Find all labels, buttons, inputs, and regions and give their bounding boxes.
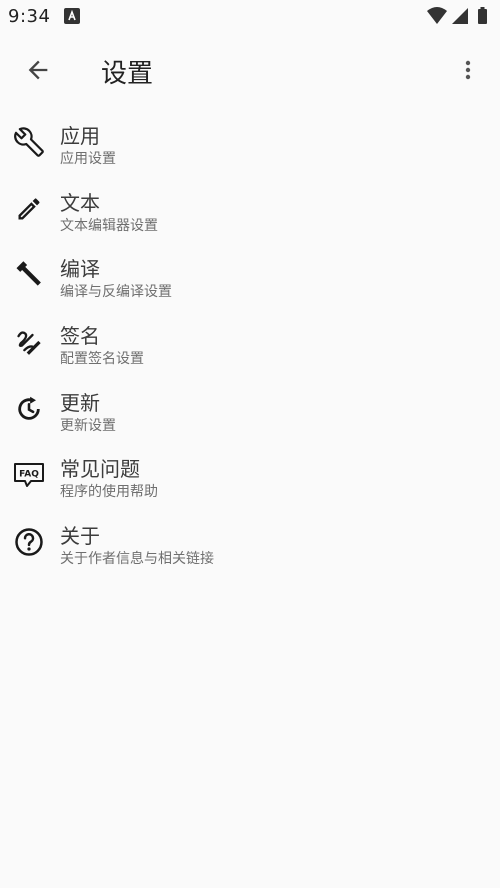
- setting-item-app[interactable]: 应用 应用设置: [0, 110, 500, 177]
- back-button[interactable]: [20, 54, 56, 90]
- setting-subtitle: 文本编辑器设置: [60, 217, 158, 234]
- wrench-icon: [13, 126, 45, 158]
- setting-item-about[interactable]: 关于 关于作者信息与相关链接: [0, 510, 500, 577]
- setting-title: 应用: [60, 124, 100, 148]
- help-circle-icon: [13, 526, 45, 558]
- cell-signal-icon: [452, 8, 468, 24]
- status-icons: [426, 6, 492, 26]
- setting-subtitle: 应用设置: [60, 151, 116, 167]
- setting-subtitle: 更新设置: [60, 417, 116, 434]
- battery-icon: [478, 7, 487, 24]
- settings-list: 应用 应用设置 文本 文本编辑器设置 编译 编译与反编译设置 签名 配置签名设置…: [0, 110, 500, 577]
- notification-app-icon: [64, 8, 80, 24]
- setting-subtitle: 编译与反编译设置: [60, 284, 172, 301]
- setting-title: 常见问题: [60, 457, 140, 482]
- setting-item-compile[interactable]: 编译 编译与反编译设置: [0, 243, 500, 310]
- setting-item-text[interactable]: 文本 文本编辑器设置: [0, 177, 500, 244]
- more-vert-icon: [456, 58, 480, 86]
- setting-title: 关于: [60, 524, 100, 549]
- wifi-icon: [427, 7, 447, 24]
- pencil-icon: [13, 193, 45, 225]
- setting-title: 文本: [60, 190, 100, 215]
- setting-subtitle: 配置签名设置: [60, 351, 144, 368]
- status-bar: 9:34: [0, 0, 500, 34]
- arrow-back-icon: [24, 56, 52, 88]
- setting-subtitle: 关于作者信息与相关链接: [60, 551, 214, 568]
- more-options-button[interactable]: [450, 54, 486, 90]
- signature-icon: [13, 326, 45, 358]
- setting-item-signature[interactable]: 签名 配置签名设置: [0, 310, 500, 377]
- setting-subtitle: 程序的使用帮助: [60, 484, 158, 501]
- hammer-icon: [13, 259, 45, 291]
- svg-text:FAQ: FAQ: [19, 470, 39, 480]
- setting-title: 编译: [60, 257, 100, 282]
- status-time: 9:34: [8, 6, 51, 27]
- app-bar: 设置: [0, 34, 500, 110]
- setting-title: 更新: [60, 390, 100, 415]
- update-icon: [13, 393, 45, 425]
- page-title: 设置: [101, 59, 154, 89]
- setting-item-update[interactable]: 更新 更新设置: [0, 377, 500, 444]
- setting-item-faq[interactable]: FAQ 常见问题 程序的使用帮助: [0, 443, 500, 510]
- setting-title: 签名: [60, 324, 100, 349]
- faq-icon: FAQ: [13, 459, 45, 491]
